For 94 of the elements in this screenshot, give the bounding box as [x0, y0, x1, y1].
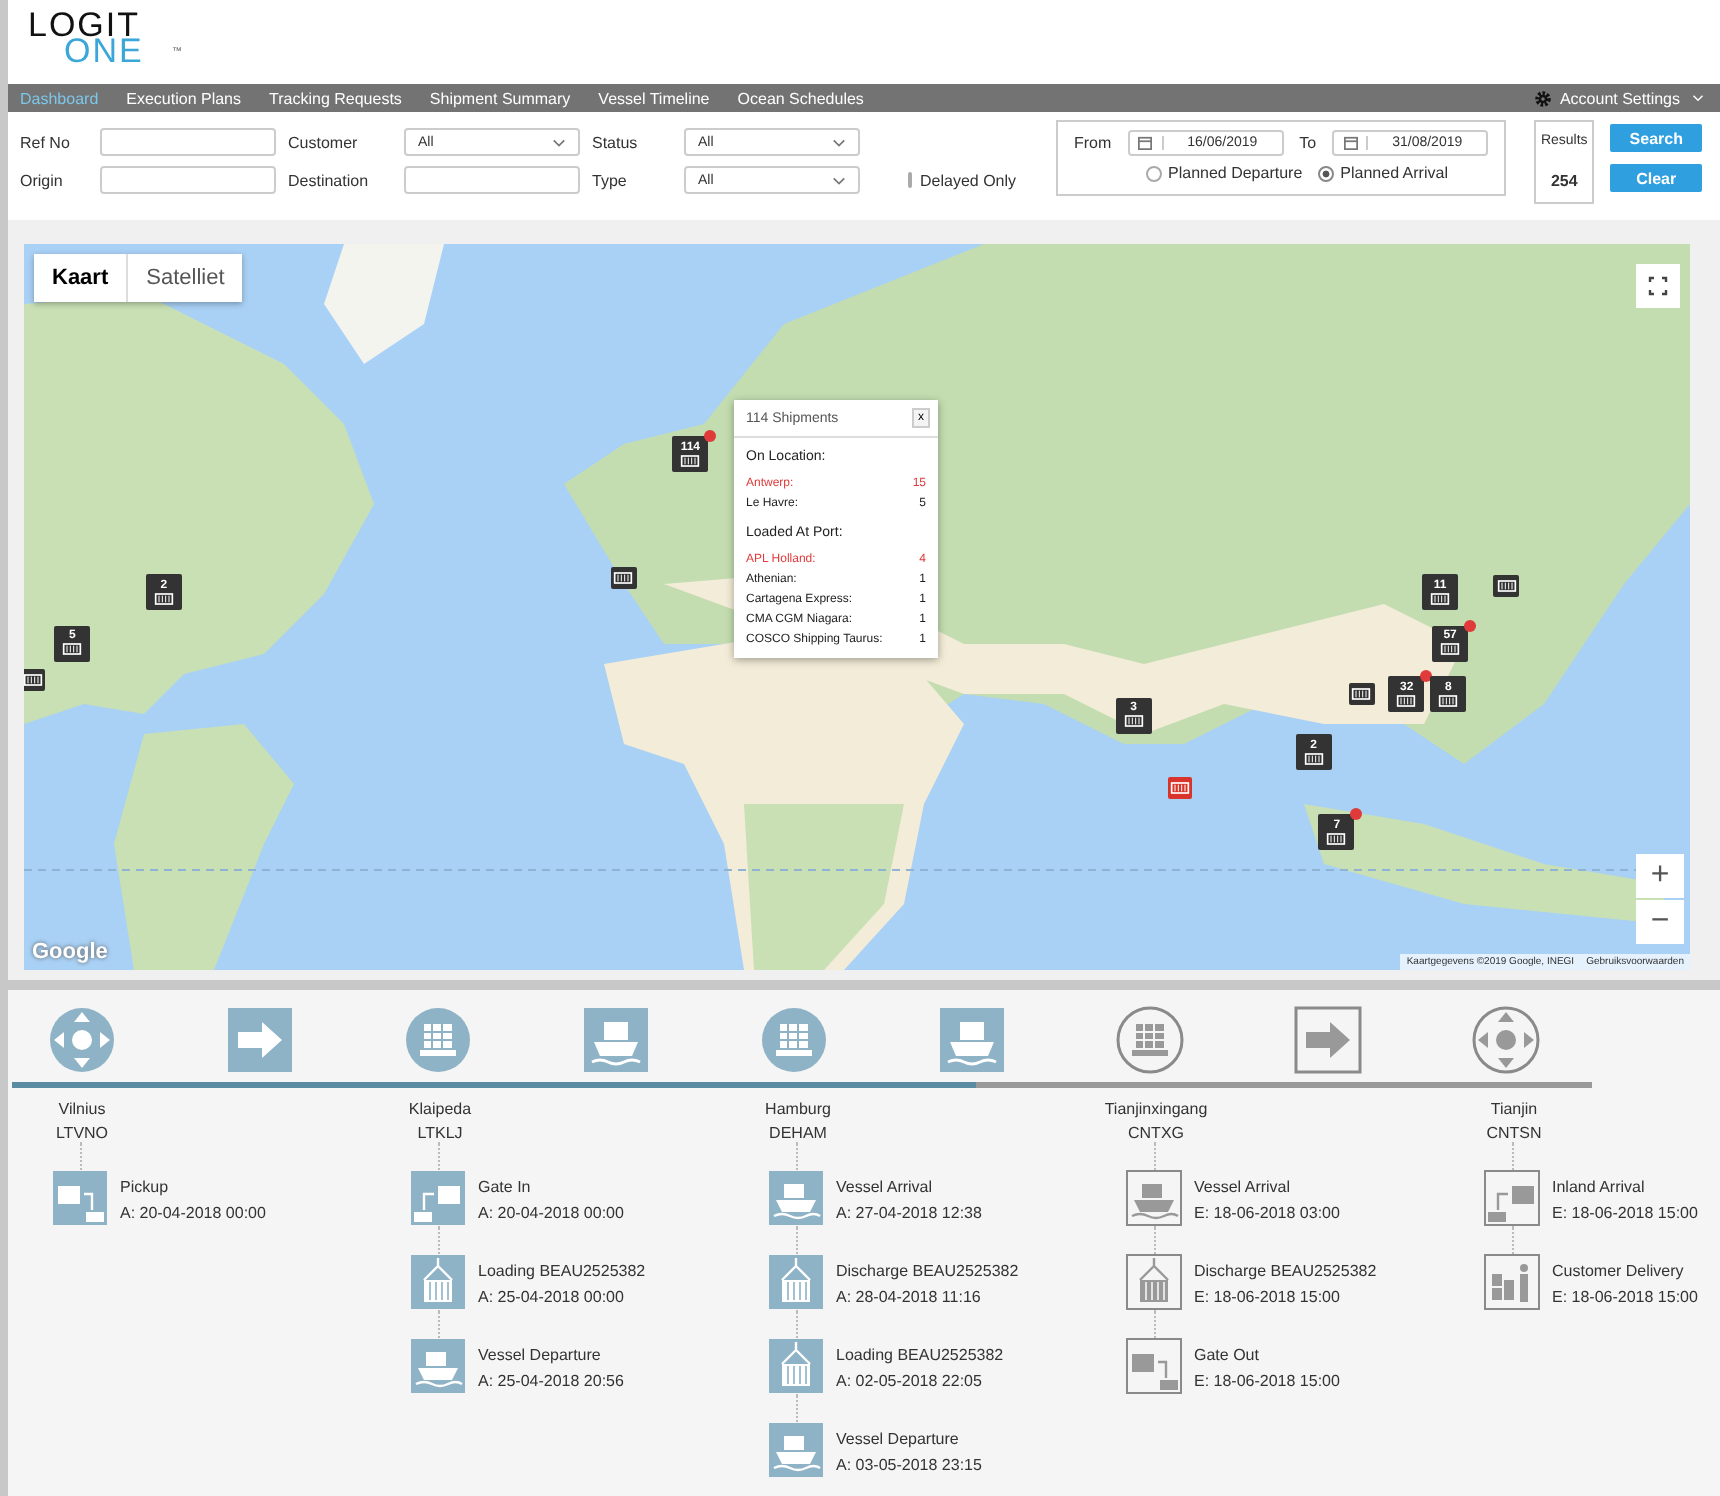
- results-count: 254: [1550, 172, 1578, 190]
- google-logo: Google: [32, 940, 108, 964]
- nav-tab[interactable]: Tracking Requests: [269, 89, 402, 107]
- radio-label: Planned Departure: [1168, 164, 1303, 182]
- event-title: Vessel Departure: [478, 1346, 603, 1364]
- calendar-icon: [1138, 136, 1153, 150]
- event-date: E: 18-06-2018 03:00: [1194, 1204, 1340, 1222]
- field-label: Type: [592, 171, 629, 189]
- container-icon: [1351, 687, 1372, 702]
- location-name: Tianjin: [1490, 1100, 1538, 1118]
- logo-text: ONE: [64, 38, 144, 64]
- location-name: Klaipeda: [408, 1100, 472, 1118]
- event-date: A: 03-05-2018 23:15: [836, 1456, 982, 1474]
- event-date: E: 18-06-2018 15:00: [1552, 1204, 1698, 1222]
- location-code: DEHAM: [769, 1124, 827, 1142]
- container-icon: [1496, 578, 1517, 593]
- nav-tab[interactable]: Execution Plans: [126, 89, 242, 107]
- nav-tab[interactable]: Shipment Summary: [429, 89, 571, 107]
- radio-label: Planned Arrival: [1340, 164, 1448, 182]
- container-icon: [1440, 642, 1461, 657]
- event-date: E: 18-06-2018 15:00: [1194, 1372, 1340, 1390]
- location-code: LTVNO: [55, 1124, 109, 1142]
- zoom-in-button[interactable]: +: [1636, 854, 1684, 898]
- event-title: Pickup: [120, 1178, 171, 1196]
- field-label: From: [1074, 134, 1112, 152]
- event-title: Vessel Arrival: [1194, 1178, 1293, 1196]
- event-date: E: 18-06-2018 15:00: [1552, 1288, 1698, 1306]
- event-date: A: 20-04-2018 00:00: [120, 1204, 266, 1222]
- shipment-marker[interactable]: [1168, 777, 1193, 800]
- container-icon: [1326, 831, 1347, 846]
- event-date: A: 27-04-2018 12:38: [836, 1204, 982, 1222]
- container-icon: [1438, 693, 1459, 708]
- field-label: Status: [592, 133, 640, 151]
- radio-button[interactable]: [1146, 165, 1162, 181]
- field-label: Destination: [288, 171, 371, 189]
- event-title: Loading BEAU2525382: [478, 1262, 646, 1280]
- calendar-icon: [1343, 136, 1358, 150]
- container-icon: [153, 591, 174, 606]
- event-title: Gate In: [478, 1178, 533, 1196]
- container-icon: [1170, 781, 1191, 796]
- origin-field[interactable]: [100, 166, 276, 194]
- event-title: Vessel Arrival: [836, 1178, 935, 1196]
- event-title: Discharge BEAU2525382: [836, 1262, 1019, 1280]
- event-date: A: 02-05-2018 22:05: [836, 1372, 984, 1390]
- chevron-down-icon: [552, 137, 566, 147]
- event-title: Vessel Departure: [836, 1430, 961, 1448]
- container-icon: [1430, 591, 1451, 606]
- destination-field[interactable]: [404, 166, 580, 194]
- event-date: A: 28-04-2018 11:16: [836, 1288, 983, 1306]
- event-title: Discharge BEAU2525382: [1194, 1262, 1377, 1280]
- location-name: Vilnius: [58, 1100, 106, 1118]
- chevron-down-icon: [832, 175, 846, 185]
- event-date: A: 25-04-2018 20:56: [478, 1372, 624, 1390]
- container-icon: [680, 453, 701, 468]
- chevron-down-icon[interactable]: [1692, 94, 1704, 102]
- event-date: A: 20-04-2018 00:00: [478, 1204, 624, 1222]
- location-name: Tianjinxingang: [1104, 1100, 1208, 1118]
- radio-button[interactable]: [1318, 165, 1335, 181]
- shipment-marker[interactable]: [24, 668, 46, 691]
- checkbox-label: Delayed Only: [920, 171, 1017, 189]
- container-icon: [1123, 714, 1144, 729]
- event-title: Inland Arrival: [1552, 1178, 1647, 1196]
- event-title: Customer Delivery: [1552, 1262, 1686, 1280]
- location-code: CNTXG: [1128, 1124, 1184, 1142]
- location-name: Hamburg: [765, 1100, 831, 1118]
- ref-no-field[interactable]: [100, 128, 276, 156]
- fullscreen-icon: [1648, 276, 1668, 296]
- map-type-tab[interactable]: Satelliet: [128, 254, 243, 302]
- shipment-marker[interactable]: [1493, 574, 1520, 597]
- field-label: To: [1299, 134, 1317, 152]
- logo-text: LOGIT: [28, 12, 141, 38]
- container-icon: [1396, 693, 1417, 708]
- event-date: E: 18-06-2018 15:00: [1194, 1288, 1342, 1306]
- container-icon: [613, 570, 634, 585]
- nav-tab[interactable]: Ocean Schedules: [737, 89, 864, 107]
- account-settings-menu[interactable]: Account Settings: [1559, 89, 1680, 107]
- container-icon: [24, 672, 43, 687]
- event-date: A: 25-04-2018 00:00: [478, 1288, 626, 1306]
- event-title: Gate Out: [1194, 1346, 1261, 1364]
- fullscreen-button[interactable]: [1636, 264, 1680, 308]
- container-icon: [1303, 751, 1324, 766]
- event-title: Loading BEAU2525382: [836, 1346, 1004, 1364]
- settings-icon[interactable]: [1533, 89, 1552, 107]
- location-code: CNTSN: [1486, 1124, 1542, 1142]
- map-type-tab[interactable]: Kaart: [34, 254, 129, 302]
- chevron-down-icon: [832, 137, 846, 147]
- field-label: Customer: [288, 133, 360, 151]
- container-icon: [62, 642, 83, 657]
- field-label: Ref No: [20, 133, 72, 151]
- zoom-out-button[interactable]: −: [1636, 900, 1684, 944]
- nav-tab[interactable]: Vessel Timeline: [598, 89, 710, 107]
- location-code: LTKLJ: [417, 1124, 463, 1142]
- shipment-marker[interactable]: [1348, 683, 1375, 706]
- field-label: Origin: [20, 171, 65, 189]
